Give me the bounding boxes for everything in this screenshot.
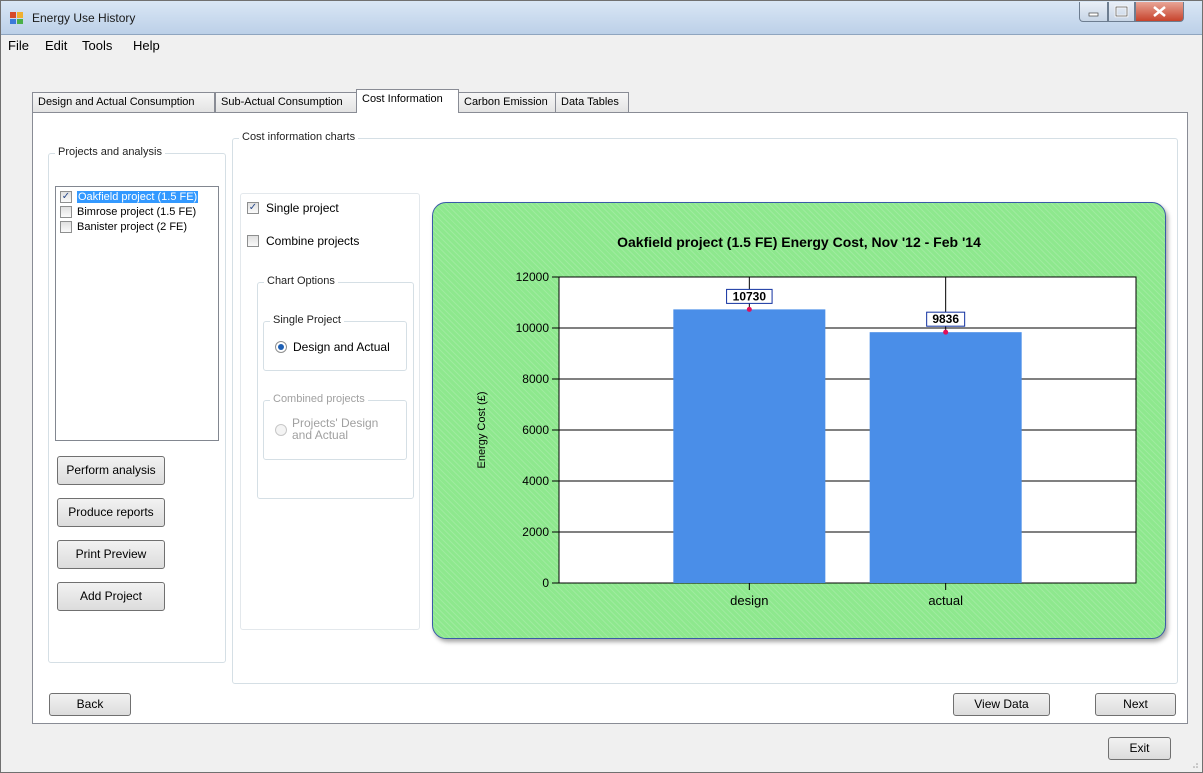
y-tick-label: 10000 [516,321,550,335]
tab-data-tables[interactable]: Data Tables [555,92,629,112]
projects-design-actual-label: Projects' Design and Actual [292,416,379,442]
y-tick-label: 8000 [522,372,549,386]
y-axis-label: Energy Cost (£) [476,391,488,468]
y-tick-label: 2000 [522,525,549,539]
project-label: Bimrose project (1.5 FE) [77,206,197,218]
minimize-icon [1088,12,1099,17]
add-project-button[interactable]: Add Project [57,582,165,611]
checkbox-checked-icon[interactable]: ✓ [60,191,72,203]
minimize-button[interactable] [1079,2,1108,22]
tab-sub-actual[interactable]: Sub-Actual Consumption [215,92,357,112]
menu-file[interactable]: File [8,38,29,53]
project-label: Banister project (2 FE) [77,221,188,233]
menu-help[interactable]: Help [133,38,160,53]
bar-marker [943,329,949,335]
checkbox-checked-icon[interactable]: ✓ [247,202,259,214]
menu-bar: File Edit Tools Help [1,35,1202,55]
cost-chart: Oakfield project (1.5 FE) Energy Cost, N… [432,202,1166,639]
resize-grip-icon[interactable] [1189,759,1199,769]
y-tick-label: 0 [542,576,549,590]
cost-bar-chart: 0 2000 4000 6000 8000 10000 12000 10730 design 98… [476,270,1137,608]
exit-button[interactable]: Exit [1108,737,1171,760]
x-tick-label: design [730,593,768,608]
combined-projects-group-label: Combined projects [270,393,368,405]
app-icon [10,12,23,24]
bar-actual [869,332,1022,583]
tab-carbon-emission[interactable]: Carbon Emission [458,92,556,112]
next-button[interactable]: Next [1095,693,1176,716]
project-item-bimrose[interactable]: Bimrose project (1.5 FE) [56,205,218,220]
projects-groupbox-label: Projects and analysis [55,146,165,158]
data-label: 9836 [932,312,959,326]
window-title: Energy Use History [32,11,136,25]
bar-design [673,309,826,583]
maximize-button[interactable] [1108,2,1135,22]
maximize-icon [1114,5,1129,18]
single-project-label: Single project [266,201,339,215]
single-project-group-label: Single Project [270,314,344,326]
project-label: Oakfield project (1.5 FE) [77,191,199,203]
design-actual-label: Design and Actual [293,340,390,354]
produce-reports-button[interactable]: Produce reports [57,498,165,527]
checkbox-unchecked-icon[interactable] [60,221,72,233]
project-item-oakfield[interactable]: ✓ Oakfield project (1.5 FE) [56,190,218,205]
view-data-button[interactable]: View Data [953,693,1050,716]
y-tick-label: 6000 [522,423,549,437]
design-actual-radio[interactable] [275,341,287,353]
menu-edit[interactable]: Edit [45,38,67,53]
combine-projects-label: Combine projects [266,234,360,248]
print-preview-button[interactable]: Print Preview [57,540,165,569]
perform-analysis-button[interactable]: Perform analysis [57,456,165,485]
close-button[interactable] [1135,2,1184,22]
menu-tools[interactable]: Tools [82,38,112,53]
y-tick-label: 12000 [516,270,550,284]
tab-design-actual[interactable]: Design and Actual Consumption [32,92,215,112]
title-bar: Energy Use History [1,1,1202,35]
y-tick-label: 4000 [522,474,549,488]
close-icon [1153,6,1166,17]
x-tick-label: actual [928,593,963,608]
projects-design-actual-radio[interactable] [275,424,287,436]
projects-listbox[interactable]: ✓ Oakfield project (1.5 FE) Bimrose proj… [55,186,219,441]
bar-marker [746,306,752,312]
main-window: Energy Use History File Edit Tools Help … [0,0,1203,773]
chart-options-label: Chart Options [264,275,338,287]
project-item-banister[interactable]: Banister project (2 FE) [56,220,218,235]
checkbox-unchecked-icon[interactable] [60,206,72,218]
checkbox-unchecked-icon[interactable] [247,235,259,247]
tab-cost-information[interactable]: Cost Information [356,89,459,113]
data-label: 10730 [733,289,767,303]
cost-charts-groupbox-label: Cost information charts [239,131,359,143]
back-button[interactable]: Back [49,693,131,716]
